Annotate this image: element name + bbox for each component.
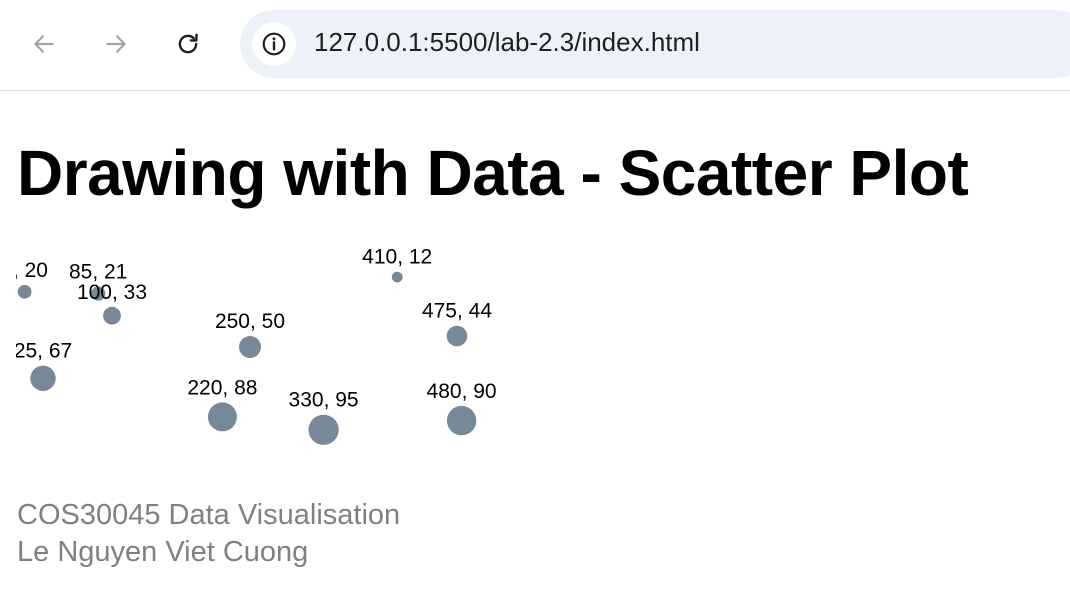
- info-icon: [262, 32, 286, 56]
- scatter-point-label-8: 475, 44: [422, 300, 492, 323]
- scatter-svg: 5, 2085, 21100, 3325, 67250, 50220, 8833…: [16, 246, 497, 445]
- scatter-point-label-6: 330, 95: [289, 389, 359, 412]
- scatter-point-label-2: 100, 33: [77, 281, 147, 304]
- scatter-point-label-7: 410, 12: [362, 246, 432, 269]
- scatter-point-9: [446, 405, 477, 436]
- scatter-point-5: [207, 402, 237, 432]
- scatter-point-0: [17, 284, 32, 299]
- address-bar[interactable]: 127.0.0.1:5500/lab-2.3/index.html: [240, 10, 1070, 78]
- site-info-button[interactable]: [252, 22, 296, 66]
- scatter-point-label-5: 220, 88: [187, 376, 257, 399]
- reload-button[interactable]: [168, 24, 208, 64]
- scatter-point-8: [446, 325, 468, 347]
- forward-button[interactable]: [96, 24, 136, 64]
- browser-toolbar: 127.0.0.1:5500/lab-2.3/index.html: [0, 0, 1070, 91]
- scatter-point-label-9: 480, 90: [427, 380, 497, 403]
- scatter-point-3: [30, 365, 56, 391]
- scatter-point-label-0: 5, 20: [16, 259, 48, 282]
- url-text[interactable]: 127.0.0.1:5500/lab-2.3/index.html: [314, 27, 700, 58]
- scatter-point-2: [103, 306, 121, 325]
- author-text: Le Nguyen Viet Cuong: [17, 536, 309, 568]
- footer: COS30045 Data Visualisation Le Nguyen Vi…: [17, 497, 400, 571]
- arrow-left-icon: [34, 35, 54, 53]
- reload-icon: [178, 33, 198, 54]
- scatter-point-label-4: 250, 50: [215, 310, 285, 333]
- page-title: Drawing with Data - Scatter Plot: [17, 137, 969, 209]
- scatter-point-4: [239, 336, 261, 358]
- course-text: COS30045 Data Visualisation: [17, 499, 401, 531]
- scatter-plot: 5, 2085, 21100, 3325, 67250, 50220, 8833…: [16, 246, 1070, 452]
- arrow-right-icon: [106, 35, 126, 53]
- scatter-point-7: [391, 271, 403, 283]
- back-button[interactable]: [24, 24, 64, 64]
- scatter-point-label-3: 25, 67: [16, 340, 72, 363]
- scatter-point-6: [308, 414, 339, 445]
